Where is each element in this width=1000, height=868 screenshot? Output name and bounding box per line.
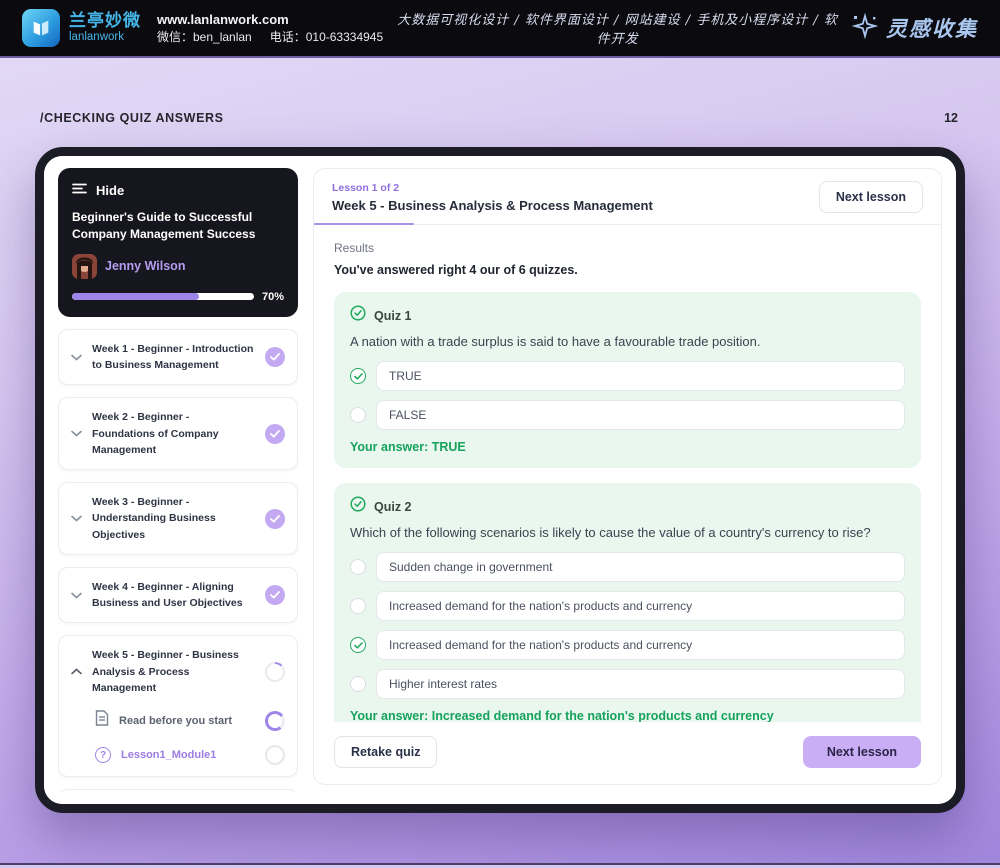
subitem-label: Lesson1_Module1 xyxy=(121,749,217,762)
brand-name: 灵感收集 xyxy=(886,16,978,41)
user-name: Jenny Wilson xyxy=(105,259,186,274)
sidebar-item-week5-expanded[interactable]: Week 5 - Beginner - Business Analysis & … xyxy=(58,635,298,778)
page-number: 12 xyxy=(944,111,958,125)
sidebar-header: Hide Beginner's Guide to Successful Comp… xyxy=(58,168,298,317)
completed-check-icon xyxy=(265,423,285,444)
user-row: Jenny Wilson xyxy=(72,253,284,279)
quiz1-option-false[interactable]: FALSE xyxy=(350,400,905,430)
quiz2-option-2[interactable]: Increased demand for the nation's produc… xyxy=(350,591,905,621)
quiz-footer: Retake quiz Next lesson xyxy=(314,722,941,784)
quiz1-option-true[interactable]: TRUE xyxy=(350,361,905,391)
sidebar-item-week6[interactable]: Week 6 - Beginner - Strategies for Succe… xyxy=(58,789,298,792)
next-lesson-button-bottom[interactable]: Next lesson xyxy=(802,736,921,768)
quiz2-card: Quiz 2 Which of the following scenarios … xyxy=(334,483,921,722)
logo-title: 兰亭妙微 xyxy=(69,11,141,31)
course-title: Beginner's Guide to Successful Company M… xyxy=(72,210,256,242)
sidebar-item-week4[interactable]: Week 4 - Beginner - Aligning Business an… xyxy=(58,566,298,624)
week-label: Week 3 - Beginner - Understanding Busine… xyxy=(92,496,216,541)
chevron-down-icon[interactable] xyxy=(71,515,82,522)
your-answer-text: Your answer: Increased demand for the na… xyxy=(350,709,774,722)
results-label: Results xyxy=(334,241,375,255)
page-title: /CHECKING QUIZ ANSWERS xyxy=(40,111,224,125)
chevron-up-icon[interactable] xyxy=(71,668,82,675)
contact-info: www.lanlanwork.com 微信：ben_lanlan 电话：010-… xyxy=(157,12,383,45)
progress-percent: 70% xyxy=(261,290,284,303)
option-unchecked-icon xyxy=(350,407,366,423)
top-banner: 兰亭妙微 lanlanwork www.lanlanwork.com 微信：be… xyxy=(0,0,1000,58)
sidebar-item-week3[interactable]: Week 3 - Beginner - Understanding Busine… xyxy=(58,482,298,555)
option-text[interactable]: Sudden change in government xyxy=(376,552,905,582)
chevron-down-icon[interactable] xyxy=(71,430,82,437)
completed-check-icon xyxy=(265,508,285,529)
book-logo-icon xyxy=(22,9,60,47)
retake-quiz-button[interactable]: Retake quiz xyxy=(334,736,438,768)
results-section: Results You've answered right 4 our of 6… xyxy=(314,225,941,722)
check-circle-icon xyxy=(350,496,366,517)
week-label: Week 2 - Beginner - Foundations of Compa… xyxy=(92,411,219,456)
avatar xyxy=(72,253,97,279)
question-icon: ? xyxy=(95,747,111,764)
chevron-down-icon[interactable] xyxy=(71,354,82,361)
results-summary: You've answered right 4 our of 6 quizzes… xyxy=(334,263,578,277)
sidebar-item-week1[interactable]: Week 1 - Beginner - Introduction to Busi… xyxy=(58,328,298,386)
quiz1-card: Quiz 1 A nation with a trade surplus is … xyxy=(334,292,921,468)
phone-text: 电话：010-63334945 xyxy=(269,30,384,45)
quiz2-option-4[interactable]: Higher interest rates xyxy=(350,669,905,699)
course-sidebar: Hide Beginner's Guide to Successful Comp… xyxy=(58,168,298,792)
option-text[interactable]: FALSE xyxy=(376,400,905,430)
lesson-panel: Lesson 1 of 2 Week 5 - Business Analysis… xyxy=(313,168,942,785)
logo-subtitle: lanlanwork xyxy=(69,31,124,44)
option-checked-icon xyxy=(350,637,366,653)
quiz-question: Which of the following scenarios is like… xyxy=(350,525,871,540)
option-text[interactable]: Increased demand for the nation's produc… xyxy=(376,630,905,660)
quiz2-option-3[interactable]: Increased demand for the nation's produc… xyxy=(350,630,905,660)
services-text: 大数据可视化设计 / 软件界面设计 / 网站建设 / 手机及小程序设计 / 软件… xyxy=(397,13,838,47)
sidebar-subitem-lesson1-module1[interactable]: ? Lesson1_Module1 xyxy=(71,745,285,766)
quiz-question: A nation with a trade surplus is said to… xyxy=(350,334,761,349)
quiz-name: Quiz 1 xyxy=(374,308,412,323)
hide-sidebar-button[interactable]: Hide xyxy=(72,181,284,199)
lesson-header: Lesson 1 of 2 Week 5 - Business Analysis… xyxy=(314,169,941,225)
website-text: www.lanlanwork.com xyxy=(157,11,289,27)
option-text[interactable]: TRUE xyxy=(376,361,905,391)
option-unchecked-icon xyxy=(350,598,366,614)
completed-check-icon xyxy=(265,585,285,606)
hamburger-icon xyxy=(72,181,87,199)
chevron-down-icon[interactable] xyxy=(71,592,82,599)
quiz2-option-1[interactable]: Sudden change in government xyxy=(350,552,905,582)
brand: 灵感收集 xyxy=(851,12,978,44)
lesson-title: Week 5 - Business Analysis & Process Man… xyxy=(332,197,653,213)
week-label: Week 1 - Beginner - Introduction to Busi… xyxy=(92,342,254,372)
device-frame: Hide Beginner's Guide to Successful Comp… xyxy=(35,147,965,813)
week-label: Week 4 - Beginner - Aligning Business an… xyxy=(92,580,243,610)
completed-check-icon xyxy=(265,347,285,368)
document-icon xyxy=(95,710,109,731)
progress-bar xyxy=(72,293,254,301)
lesson-progress-label: Lesson 1 of 2 xyxy=(332,181,400,194)
option-unchecked-icon xyxy=(350,559,366,575)
option-unchecked-icon xyxy=(350,676,366,692)
course-progress: 70% xyxy=(72,291,284,303)
option-text[interactable]: Higher interest rates xyxy=(376,669,905,699)
check-circle-icon xyxy=(350,305,366,326)
progress-ring-icon xyxy=(265,710,285,731)
page: 兰亭妙微 lanlanwork www.lanlanwork.com 微信：be… xyxy=(0,0,1000,868)
progress-ring-icon xyxy=(265,661,285,682)
empty-circle-icon xyxy=(265,745,285,766)
logo: 兰亭妙微 lanlanwork xyxy=(22,9,141,47)
your-answer-text: Your answer: TRUE xyxy=(350,440,466,454)
sidebar-item-week2[interactable]: Week 2 - Beginner - Foundations of Compa… xyxy=(58,397,298,471)
option-text[interactable]: Increased demand for the nation's produc… xyxy=(376,591,905,621)
option-checked-icon xyxy=(350,368,366,384)
hide-label: Hide xyxy=(96,182,125,198)
sidebar-subitem-read-before[interactable]: Read before you start xyxy=(71,710,285,731)
sparkle-star-icon xyxy=(851,12,879,44)
quiz-name: Quiz 2 xyxy=(374,499,412,514)
week-label: Week 5 - Beginner - Business Analysis & … xyxy=(92,649,239,694)
wechat-text: 微信：ben_lanlan xyxy=(157,30,252,45)
next-lesson-button-top[interactable]: Next lesson xyxy=(818,181,923,213)
subitem-label: Read before you start xyxy=(119,714,233,727)
